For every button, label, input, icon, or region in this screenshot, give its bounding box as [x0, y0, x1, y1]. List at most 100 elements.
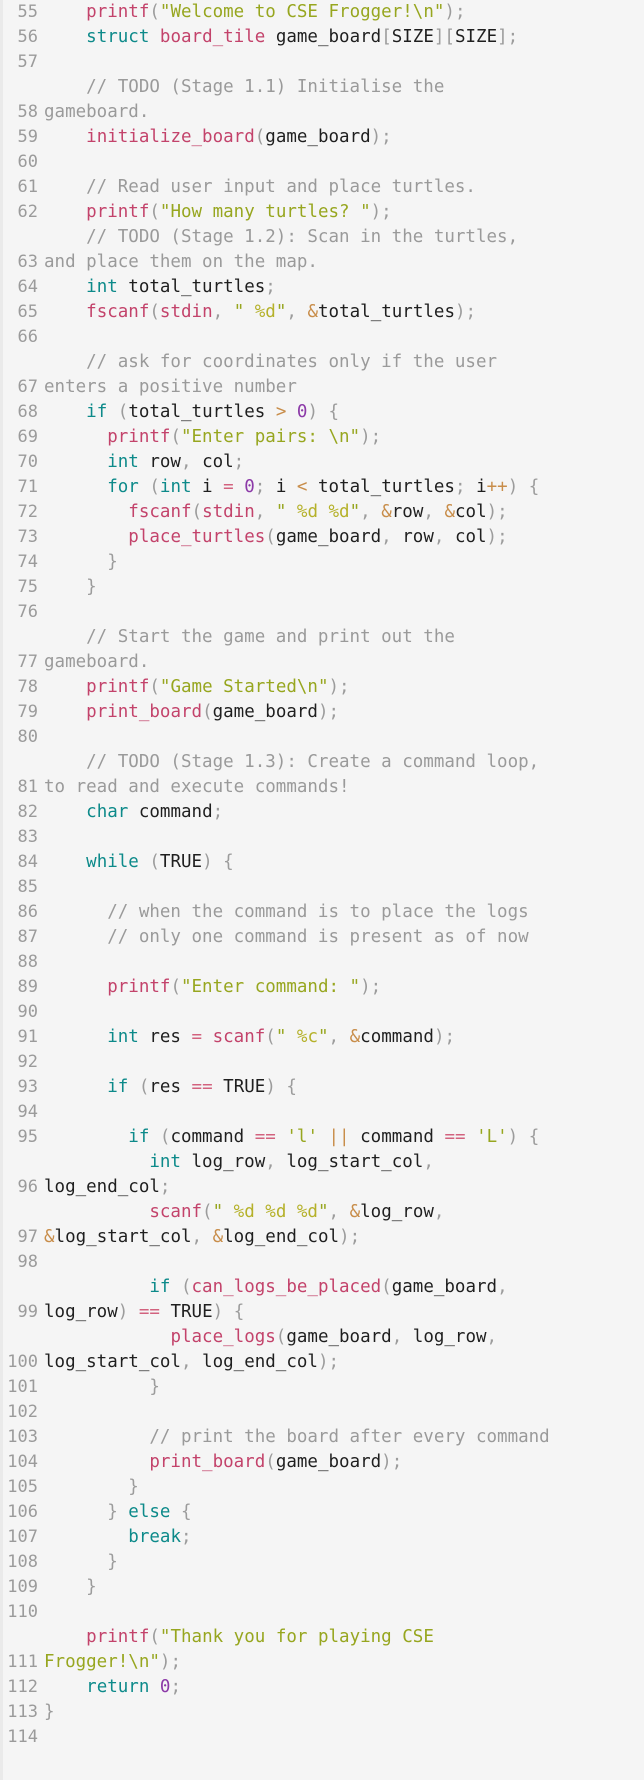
line-content[interactable]: and place them on the map. — [44, 250, 644, 275]
line-content[interactable]: break; — [44, 1525, 644, 1550]
code-line[interactable]: // TODO (Stage 1.3): Create a command lo… — [0, 750, 644, 775]
code-line[interactable]: 93 if (res == TRUE) { — [0, 1075, 644, 1100]
line-content[interactable]: // print the board after every command — [44, 1425, 644, 1450]
line-content[interactable]: printf("Enter command: "); — [44, 975, 644, 1000]
code-line[interactable]: int log_row, log_start_col, — [0, 1150, 644, 1175]
line-content[interactable]: place_logs(game_board, log_row, — [44, 1325, 644, 1350]
line-content[interactable]: } — [44, 1575, 644, 1600]
code-line[interactable]: 112 return 0; — [0, 1675, 644, 1700]
code-line[interactable]: 87 // only one command is present as of … — [0, 925, 644, 950]
code-line[interactable]: 59 initialize_board(game_board); — [0, 125, 644, 150]
line-content[interactable]: printf("Thank you for playing CSE — [44, 1625, 644, 1650]
code-line[interactable]: 55 printf("Welcome to CSE Frogger!\n"); — [0, 0, 644, 25]
code-line[interactable]: 98 — [0, 1250, 644, 1275]
code-line[interactable]: 114 — [0, 1725, 644, 1750]
code-line[interactable]: 88 — [0, 950, 644, 975]
code-line[interactable]: place_logs(game_board, log_row, — [0, 1325, 644, 1350]
code-line[interactable]: 62 printf("How many turtles? "); — [0, 200, 644, 225]
line-content[interactable]: initialize_board(game_board); — [44, 125, 644, 150]
line-content[interactable]: log_row) == TRUE) { — [44, 1300, 644, 1325]
code-line[interactable]: 65 fscanf(stdin, " %d", &total_turtles); — [0, 300, 644, 325]
code-line[interactable]: 60 — [0, 150, 644, 175]
code-line[interactable]: 85 — [0, 875, 644, 900]
line-content[interactable]: if (can_logs_be_placed(game_board, — [44, 1275, 644, 1300]
line-content[interactable]: // Read user input and place turtles. — [44, 175, 644, 200]
line-content[interactable]: gameboard. — [44, 650, 644, 675]
code-line[interactable]: 105 } — [0, 1475, 644, 1500]
line-content[interactable]: } — [44, 1550, 644, 1575]
code-line[interactable]: 57 — [0, 50, 644, 75]
line-content[interactable]: print_board(game_board); — [44, 1450, 644, 1475]
code-line[interactable]: 109 } — [0, 1575, 644, 1600]
line-content[interactable]: int res = scanf(" %c", &command); — [44, 1025, 644, 1050]
line-content[interactable]: // TODO (Stage 1.2): Scan in the turtles… — [44, 225, 644, 250]
line-content[interactable]: } — [44, 550, 644, 575]
code-line[interactable]: 102 — [0, 1400, 644, 1425]
line-content[interactable]: log_start_col, log_end_col); — [44, 1350, 644, 1375]
code-line[interactable]: 84 while (TRUE) { — [0, 850, 644, 875]
code-line[interactable]: 99 log_row) == TRUE) { — [0, 1300, 644, 1325]
code-line[interactable]: 79 print_board(game_board); — [0, 700, 644, 725]
code-line-list[interactable]: 55 printf("Welcome to CSE Frogger!\n"); 5… — [0, 0, 644, 1750]
code-line[interactable]: // TODO (Stage 1.2): Scan in the turtles… — [0, 225, 644, 250]
line-content[interactable]: // Start the game and print out the — [44, 625, 644, 650]
code-line[interactable]: 95 if (command == 'l' || command == 'L')… — [0, 1125, 644, 1150]
line-content[interactable]: print_board(game_board); — [44, 700, 644, 725]
code-line[interactable]: 63 and place them on the map. — [0, 250, 644, 275]
code-line[interactable]: 73 place_turtles(game_board, row, col); — [0, 525, 644, 550]
line-content[interactable]: printf("Enter pairs: \n"); — [44, 425, 644, 450]
code-line[interactable]: 94 — [0, 1100, 644, 1125]
code-line[interactable]: 108 } — [0, 1550, 644, 1575]
code-line[interactable]: 78 printf("Game Started\n"); — [0, 675, 644, 700]
line-content[interactable]: if (total_turtles > 0) { — [44, 400, 644, 425]
line-content[interactable]: // TODO (Stage 1.1) Initialise the — [44, 75, 644, 100]
line-content[interactable]: enters a positive number — [44, 375, 644, 400]
code-line[interactable]: 113} — [0, 1700, 644, 1725]
code-line[interactable]: 76 — [0, 600, 644, 625]
code-line[interactable]: 74 } — [0, 550, 644, 575]
code-line[interactable]: 100 log_start_col, log_end_col); — [0, 1350, 644, 1375]
line-content[interactable]: int total_turtles; — [44, 275, 644, 300]
code-line[interactable]: 97 &log_start_col, &log_end_col); — [0, 1225, 644, 1250]
line-content[interactable]: place_turtles(game_board, row, col); — [44, 525, 644, 550]
code-line[interactable]: 75 } — [0, 575, 644, 600]
code-line[interactable]: 104 print_board(game_board); — [0, 1450, 644, 1475]
line-content[interactable]: // when the command is to place the logs — [44, 900, 644, 925]
code-line[interactable]: 61 // Read user input and place turtles. — [0, 175, 644, 200]
line-content[interactable]: int row, col; — [44, 450, 644, 475]
line-content[interactable]: fscanf(stdin, " %d %d", &row, &col); — [44, 500, 644, 525]
code-line[interactable]: 110 — [0, 1600, 644, 1625]
line-content[interactable]: if (res == TRUE) { — [44, 1075, 644, 1100]
code-line[interactable]: 66 — [0, 325, 644, 350]
code-line[interactable]: 68 if (total_turtles > 0) { — [0, 400, 644, 425]
code-line[interactable]: 90 — [0, 1000, 644, 1025]
code-line[interactable]: 64 int total_turtles; — [0, 275, 644, 300]
code-line[interactable]: 106 } else { — [0, 1500, 644, 1525]
line-content[interactable]: while (TRUE) { — [44, 850, 644, 875]
line-content[interactable]: to read and execute commands! — [44, 775, 644, 800]
line-content[interactable]: printf("How many turtles? "); — [44, 200, 644, 225]
code-editor[interactable]: 55 printf("Welcome to CSE Frogger!\n"); 5… — [0, 0, 644, 1780]
code-line[interactable]: 96 log_end_col; — [0, 1175, 644, 1200]
line-content[interactable]: scanf(" %d %d %d", &log_row, — [44, 1200, 644, 1225]
code-line[interactable]: 103 // print the board after every comma… — [0, 1425, 644, 1450]
line-content[interactable]: // TODO (Stage 1.3): Create a command lo… — [44, 750, 644, 775]
line-content[interactable]: // only one command is present as of now — [44, 925, 644, 950]
code-line[interactable]: 69 printf("Enter pairs: \n"); — [0, 425, 644, 450]
line-content[interactable]: } — [44, 575, 644, 600]
code-line[interactable]: 89 printf("Enter command: "); — [0, 975, 644, 1000]
line-content[interactable]: return 0; — [44, 1675, 644, 1700]
line-content[interactable]: struct board_tile game_board[SIZE][SIZE]… — [44, 25, 644, 50]
code-line[interactable]: 92 — [0, 1050, 644, 1075]
line-content[interactable]: printf("Game Started\n"); — [44, 675, 644, 700]
code-line[interactable]: 80 — [0, 725, 644, 750]
line-content[interactable]: &log_start_col, &log_end_col); — [44, 1225, 644, 1250]
line-content[interactable]: } — [44, 1375, 644, 1400]
line-content[interactable]: fscanf(stdin, " %d", &total_turtles); — [44, 300, 644, 325]
code-line[interactable]: if (can_logs_be_placed(game_board, — [0, 1275, 644, 1300]
line-content[interactable]: for (int i = 0; i < total_turtles; i++) … — [44, 475, 644, 500]
code-line[interactable]: printf("Thank you for playing CSE — [0, 1625, 644, 1650]
code-line[interactable]: 111 Frogger!\n"); — [0, 1650, 644, 1675]
line-content[interactable]: char command; — [44, 800, 644, 825]
line-content[interactable]: } — [44, 1700, 644, 1725]
